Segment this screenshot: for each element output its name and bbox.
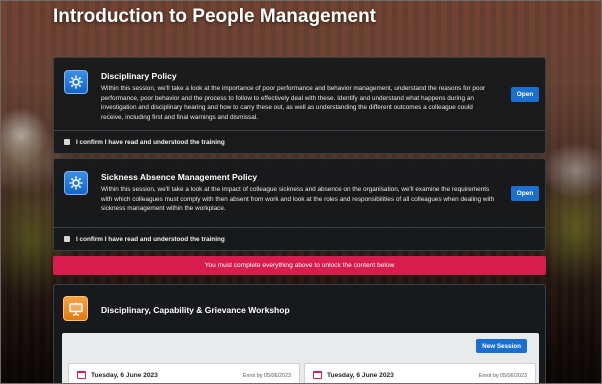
gear-in-square-icon bbox=[64, 70, 88, 94]
session-tile[interactable]: Tuesday, 6 June 2023 Enrol by 05/06/2023 bbox=[68, 363, 300, 383]
gear-in-square-icon bbox=[64, 171, 88, 195]
workshop-title: Disciplinary, Capability & Grievance Wor… bbox=[101, 305, 290, 315]
enrol-by: Enrol by 05/06/2023 bbox=[242, 373, 291, 379]
session-tile[interactable]: Tuesday, 6 June 2023 Enrol by 05/06/2023 bbox=[304, 363, 536, 383]
card-title: Sickness Absence Management Policy bbox=[101, 172, 258, 182]
confirm-row[interactable]: I confirm I have read and understood the… bbox=[54, 131, 545, 153]
session-date: Tuesday, 6 June 2023 bbox=[327, 372, 394, 379]
page-frame: Introduction to People Management Discip… bbox=[0, 0, 602, 384]
calendar-icon bbox=[313, 371, 322, 379]
course-card-disciplinary: Disciplinary Policy Within this session,… bbox=[53, 57, 546, 154]
session-date: Tuesday, 6 June 2023 bbox=[91, 372, 158, 379]
calendar-icon bbox=[77, 371, 86, 379]
confirm-label: I confirm I have read and understood the… bbox=[76, 138, 225, 146]
new-session-button[interactable]: New Session bbox=[476, 339, 527, 353]
course-card-sickness: Sickness Absence Management Policy Withi… bbox=[53, 158, 546, 251]
confirm-row[interactable]: I confirm I have read and understood the… bbox=[54, 228, 545, 250]
enrol-by: Enrol by 05/06/2023 bbox=[478, 373, 527, 379]
locked-content-warning: You must complete everything above to un… bbox=[53, 256, 546, 275]
card-body: Sickness Absence Management Policy Withi… bbox=[54, 159, 545, 227]
confirm-label: I confirm I have read and understood the… bbox=[76, 235, 225, 243]
workshop-card: Disciplinary, Capability & Grievance Wor… bbox=[53, 284, 546, 383]
card-description: Within this session, we'll take a look a… bbox=[101, 186, 495, 213]
card-title: Disciplinary Policy bbox=[101, 71, 177, 81]
confirm-checkbox[interactable] bbox=[64, 236, 70, 242]
presentation-icon bbox=[63, 296, 88, 321]
sessions-panel: New Session Tuesday, 6 June 2023 Enrol b… bbox=[62, 333, 539, 383]
open-button[interactable]: Open bbox=[511, 186, 539, 201]
card-body: Disciplinary Policy Within this session,… bbox=[54, 58, 545, 130]
page-title: Introduction to People Management bbox=[53, 6, 377, 27]
card-description: Within this session, we'll take a look a… bbox=[101, 85, 486, 121]
open-button[interactable]: Open bbox=[511, 87, 539, 102]
confirm-checkbox[interactable] bbox=[64, 139, 70, 145]
